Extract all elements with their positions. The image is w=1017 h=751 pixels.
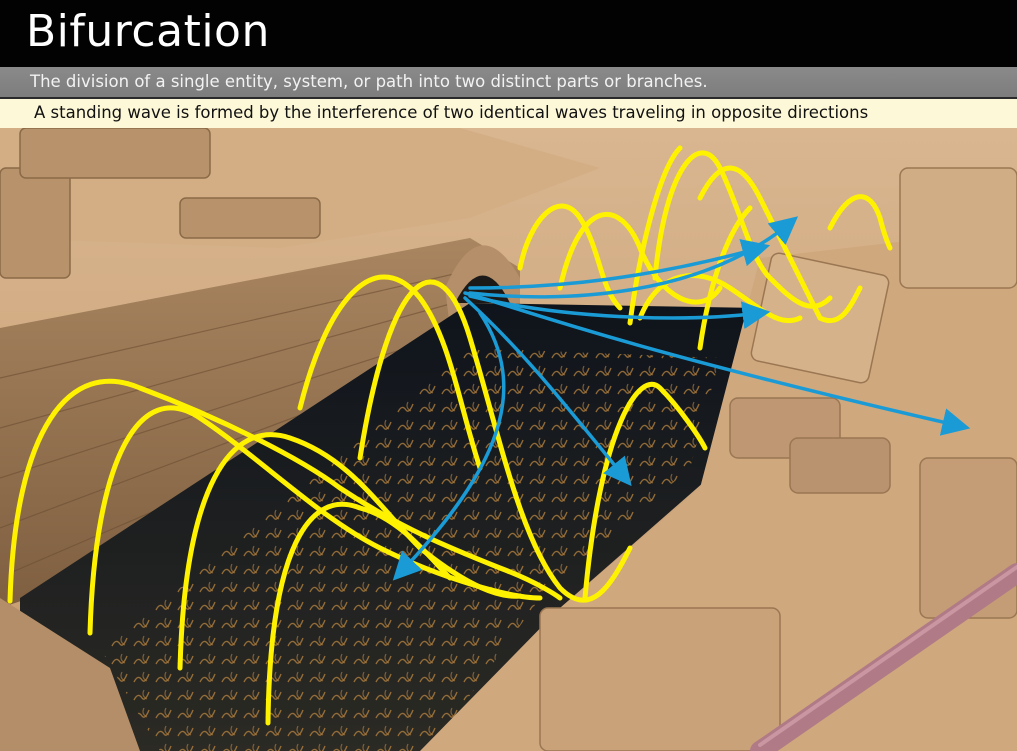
caption-text: A standing wave is formed by the interfe… <box>34 103 869 122</box>
canal-scene <box>0 128 1017 751</box>
definition-bar: The division of a single entity, system,… <box>0 67 1017 97</box>
title-bar: Bifurcation <box>0 0 1017 67</box>
page-title: Bifurcation <box>26 6 270 57</box>
definition-text: The division of a single entity, system,… <box>30 72 708 91</box>
scene-illustration <box>0 128 1017 751</box>
caption-bar: A standing wave is formed by the interfe… <box>0 97 1017 128</box>
